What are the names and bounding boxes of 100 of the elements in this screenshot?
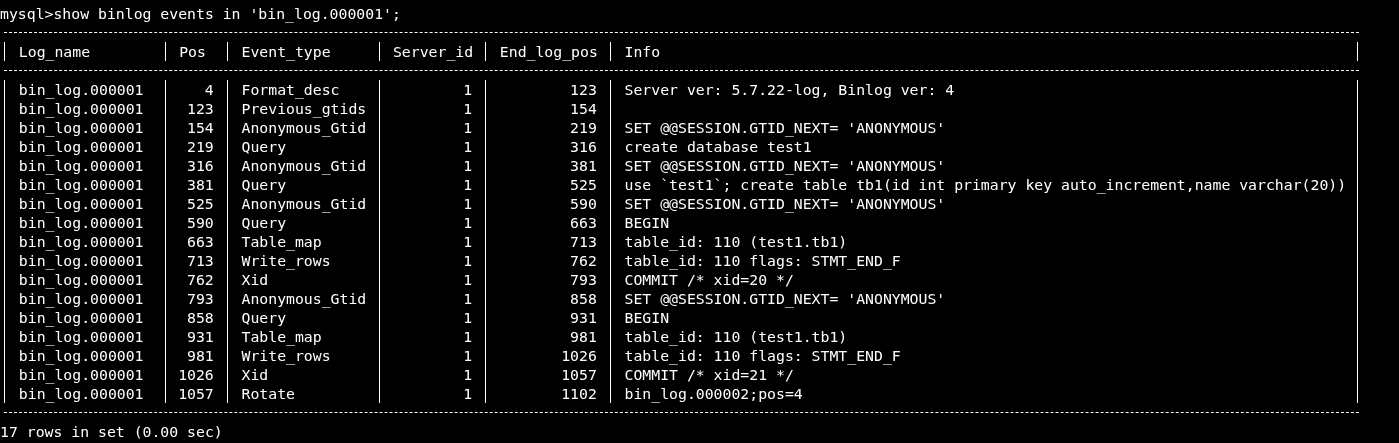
table-cell: 981	[164, 346, 228, 365]
table-cell: 590	[485, 194, 611, 213]
table-cell: Anonymous_Gtid	[227, 289, 379, 308]
table-cell: 316	[485, 137, 611, 156]
table-cell: SET @@SESSION.GTID_NEXT= 'ANONYMOUS'	[610, 118, 1359, 137]
table-cell: Format_desc	[227, 80, 379, 99]
table-cell: 1	[378, 384, 486, 403]
table-cell: 1057	[164, 384, 228, 403]
table-cell: 663	[164, 232, 228, 251]
table-cell: Server ver: 5.7.22-log, Binlog ver: 4	[610, 80, 1359, 99]
table-cell: 713	[485, 232, 611, 251]
table-cell: Table_map	[227, 232, 379, 251]
table-cell: Anonymous_Gtid	[227, 156, 379, 175]
table-cell: 858	[485, 289, 611, 308]
table-cell: 793	[485, 270, 611, 289]
column-header: Event_type	[227, 42, 379, 61]
table-cell: bin_log.000001	[4, 175, 165, 194]
table-cell: 762	[164, 270, 228, 289]
table-cell: 1	[378, 270, 486, 289]
table-cell: 154	[164, 118, 228, 137]
result-summary: 17 rows in set (0.00 sec)	[0, 422, 223, 441]
table-cell: BEGIN	[610, 308, 1359, 327]
table-cell: 525	[164, 194, 228, 213]
table-cell: Rotate	[227, 384, 379, 403]
table-cell: 762	[485, 251, 611, 270]
table-cell: SET @@SESSION.GTID_NEXT= 'ANONYMOUS'	[610, 289, 1359, 308]
table-cell: 1057	[485, 365, 611, 384]
table-cell: table_id: 110 flags: STMT_END_F	[610, 346, 1359, 365]
table-cell: 1	[378, 213, 486, 232]
column-header: End_log_pos	[485, 42, 611, 61]
table-cell: bin_log.000002;pos=4	[610, 384, 1359, 403]
table-cell: COMMIT /* xid=20 */	[610, 270, 1359, 289]
table-cell: 590	[164, 213, 228, 232]
table-cell: create database test1	[610, 137, 1359, 156]
table-cell: 1	[378, 137, 486, 156]
table-cell: bin_log.000001	[4, 289, 165, 308]
table-cell: bin_log.000001	[4, 270, 165, 289]
table-cell: 663	[485, 213, 611, 232]
table-cell: 123	[164, 99, 228, 118]
table-cell: bin_log.000001	[4, 365, 165, 384]
table-cell: 381	[164, 175, 228, 194]
table-cell: 1	[378, 327, 486, 346]
table-cell: Table_map	[227, 327, 379, 346]
table-cell: BEGIN	[610, 213, 1359, 232]
table-cell: bin_log.000001	[4, 308, 165, 327]
table-cell: table_id: 110 (test1.tb1)	[610, 327, 1359, 346]
table-cell: 123	[485, 80, 611, 99]
table-cell: bin_log.000001	[4, 118, 165, 137]
table-cell: bin_log.000001	[4, 99, 165, 118]
table-cell: 931	[485, 308, 611, 327]
table-cell: Previous_gtids	[227, 99, 379, 118]
table-cell: 1026	[164, 365, 228, 384]
table-cell: 381	[485, 156, 611, 175]
table-cell: 219	[164, 137, 228, 156]
table-cell: bin_log.000001	[4, 251, 165, 270]
table-cell: SET @@SESSION.GTID_NEXT= 'ANONYMOUS'	[610, 156, 1359, 175]
table-cell: 219	[485, 118, 611, 137]
table-cell: bin_log.000001	[4, 213, 165, 232]
table-cell: bin_log.000001	[4, 232, 165, 251]
table-cell: Query	[227, 213, 379, 232]
table-cell: Query	[227, 175, 379, 194]
table-cell: 4	[164, 80, 228, 99]
table-cell: COMMIT /* xid=21 */	[610, 365, 1359, 384]
table-cell: 1	[378, 346, 486, 365]
table-cell: Anonymous_Gtid	[227, 194, 379, 213]
table-cell: bin_log.000001	[4, 194, 165, 213]
table-cell: 1	[378, 365, 486, 384]
table-cell: 1	[378, 99, 486, 118]
table-cell: 525	[485, 175, 611, 194]
table-cell: bin_log.000001	[4, 156, 165, 175]
table-cell: bin_log.000001	[4, 384, 165, 403]
table-cell: 316	[164, 156, 228, 175]
table-cell: 1	[378, 80, 486, 99]
table-cell: table_id: 110 flags: STMT_END_F	[610, 251, 1359, 270]
table-cell: 1	[378, 308, 486, 327]
table-cell: 981	[485, 327, 611, 346]
table-cell: 1	[378, 175, 486, 194]
table-cell: bin_log.000001	[4, 80, 165, 99]
table-cell: 793	[164, 289, 228, 308]
table-cell: use `test1`; create table tb1(id int primary key auto_increment,name varchar(20))	[610, 175, 1359, 194]
table-cell: bin_log.000001	[4, 327, 165, 346]
table-cell: Xid	[227, 365, 379, 384]
column-header: Pos	[164, 42, 228, 61]
table-cell: 931	[164, 327, 228, 346]
table-cell: 1	[378, 251, 486, 270]
table-cell: Xid	[227, 270, 379, 289]
table-cell: Anonymous_Gtid	[227, 118, 379, 137]
column-header: Server_id	[378, 42, 486, 61]
command-line: mysql>show binlog events in 'bin_log.000001';	[0, 4, 401, 23]
table-cell: bin_log.000001	[4, 346, 165, 365]
table-cell: Query	[227, 137, 379, 156]
table-cell: 858	[164, 308, 228, 327]
table-cell: 1	[378, 289, 486, 308]
table-cell: 713	[164, 251, 228, 270]
table-cell: 1026	[485, 346, 611, 365]
table-cell: Query	[227, 308, 379, 327]
table-cell: 1	[378, 156, 486, 175]
table-cell: 154	[485, 99, 611, 118]
table-cell: SET @@SESSION.GTID_NEXT= 'ANONYMOUS'	[610, 194, 1359, 213]
column-header: Log_name	[4, 42, 165, 61]
